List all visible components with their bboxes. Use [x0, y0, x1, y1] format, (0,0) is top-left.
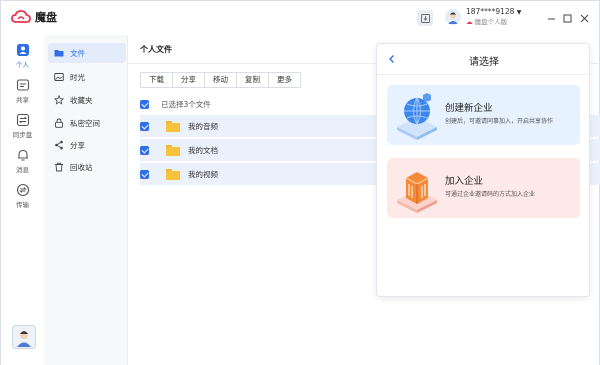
minimize-button[interactable] [545, 12, 557, 24]
download-icon [420, 13, 430, 23]
app-logo: 魔盘 [11, 9, 57, 25]
rail-label: 传输 [16, 201, 29, 209]
copy-button[interactable]: 复制 [236, 72, 269, 88]
rail-item-transfer[interactable]: 传输 [1, 183, 44, 209]
move-button[interactable]: 移动 [204, 72, 237, 88]
folder-icon [166, 120, 180, 132]
row-checkbox[interactable] [140, 121, 149, 131]
profile-avatar-button[interactable] [12, 325, 36, 349]
rail-label: 个人 [16, 61, 29, 69]
divider [377, 74, 589, 75]
join-building-icon [397, 172, 437, 213]
rail-item-personal[interactable]: 个人 [1, 43, 44, 69]
person-icon [16, 44, 29, 56]
rail-item-sync[interactable]: 同步盘 [1, 113, 44, 139]
globe-building-icon [397, 93, 437, 140]
file-toolbar: 下载 分享 移动 复制 更多 [140, 72, 301, 88]
file-name: 我的音频 [188, 121, 218, 131]
transfer-icon [16, 183, 29, 197]
maximize-button[interactable] [561, 12, 573, 24]
trash-icon [55, 162, 63, 172]
share-icon [55, 140, 63, 150]
minimize-icon [547, 18, 555, 19]
side-nav: 文件 时光 收藏夹 私密空间 分享 回收站 [44, 35, 128, 365]
folder-icon [166, 168, 180, 180]
star-icon [54, 95, 64, 105]
folder-icon [166, 144, 180, 156]
card-description: 可通过企业邀请码的方式加入企业 [445, 191, 536, 198]
page-title: 个人文件 [140, 45, 172, 54]
rail-item-messages[interactable]: 消息 [1, 148, 44, 174]
rail-item-shared[interactable]: 共享 [1, 78, 44, 104]
photo-icon [54, 73, 64, 81]
user-menu[interactable]: 187****9128 ▼ ☁ 魔盘个人版 [445, 7, 521, 27]
nav-item-favorites[interactable]: 收藏夹 [48, 90, 126, 110]
row-checkbox[interactable] [140, 145, 149, 155]
share-button[interactable]: 分享 [172, 72, 205, 88]
download-manager-button[interactable] [417, 10, 433, 26]
selection-count: 已选择3个文件 [161, 99, 211, 109]
nav-item-files[interactable]: 文件 [48, 43, 126, 63]
nav-label: 分享 [70, 140, 85, 150]
select-all-checkbox[interactable] [140, 99, 149, 109]
card-title: 加入企业 [445, 176, 484, 187]
lock-icon [55, 118, 63, 128]
nav-item-private[interactable]: 私密空间 [48, 113, 126, 133]
more-button[interactable]: 更多 [268, 72, 301, 88]
cloud-logo-icon [11, 10, 31, 23]
folder-icon [54, 50, 64, 57]
rail-label: 消息 [16, 166, 29, 174]
nav-item-trash[interactable]: 回收站 [48, 157, 126, 177]
edition-icon: ☁ [466, 18, 473, 26]
close-icon [580, 14, 588, 22]
enterprise-select-dialog: 请选择 创建新企业 创建后，可邀请同事加入，开启共享协作 加入企业 可通过企业邀… [376, 43, 590, 297]
download-button[interactable]: 下载 [140, 72, 173, 88]
file-name: 我的文档 [188, 145, 218, 155]
nav-item-share[interactable]: 分享 [48, 135, 126, 155]
rail-label: 同步盘 [12, 131, 33, 139]
maximize-icon [563, 14, 571, 22]
sync-icon [16, 113, 29, 127]
share-folder-icon [16, 79, 29, 91]
row-checkbox[interactable] [140, 169, 149, 179]
left-rail: 个人 共享 同步盘 消息 传输 [1, 35, 44, 365]
user-edition: 魔盘个人版 [474, 18, 508, 26]
file-name: 我的视频 [188, 169, 218, 179]
rail-label: 共享 [16, 96, 29, 104]
nav-label: 收藏夹 [70, 95, 93, 105]
create-enterprise-card[interactable]: 创建新企业 创建后，可邀请同事加入，开启共享协作 [387, 85, 580, 145]
nav-label: 时光 [70, 72, 85, 82]
user-avatar-icon [445, 9, 461, 25]
nav-label: 文件 [70, 48, 85, 58]
nav-item-moments[interactable]: 时光 [48, 67, 126, 87]
app-name: 魔盘 [35, 11, 57, 24]
avatar-icon [17, 331, 31, 347]
user-phone: 187****9128 [466, 7, 515, 16]
chevron-down-icon: ▼ [516, 9, 522, 16]
join-enterprise-card[interactable]: 加入企业 可通过企业邀请码的方式加入企业 [387, 158, 580, 218]
card-title: 创建新企业 [445, 103, 493, 114]
app-window: 魔盘 187****9128 ▼ ☁ 魔盘个人版 个人 共享 同步盘 消息 传输… [0, 0, 600, 365]
nav-label: 私密空间 [70, 118, 100, 128]
card-description: 创建后，可邀请同事加入，开启共享协作 [445, 118, 554, 125]
nav-label: 回收站 [70, 162, 93, 172]
bell-icon [17, 149, 28, 161]
dialog-title: 请选择 [469, 57, 499, 68]
title-bar: 魔盘 187****9128 ▼ ☁ 魔盘个人版 [1, 1, 599, 35]
close-button[interactable] [578, 12, 590, 24]
